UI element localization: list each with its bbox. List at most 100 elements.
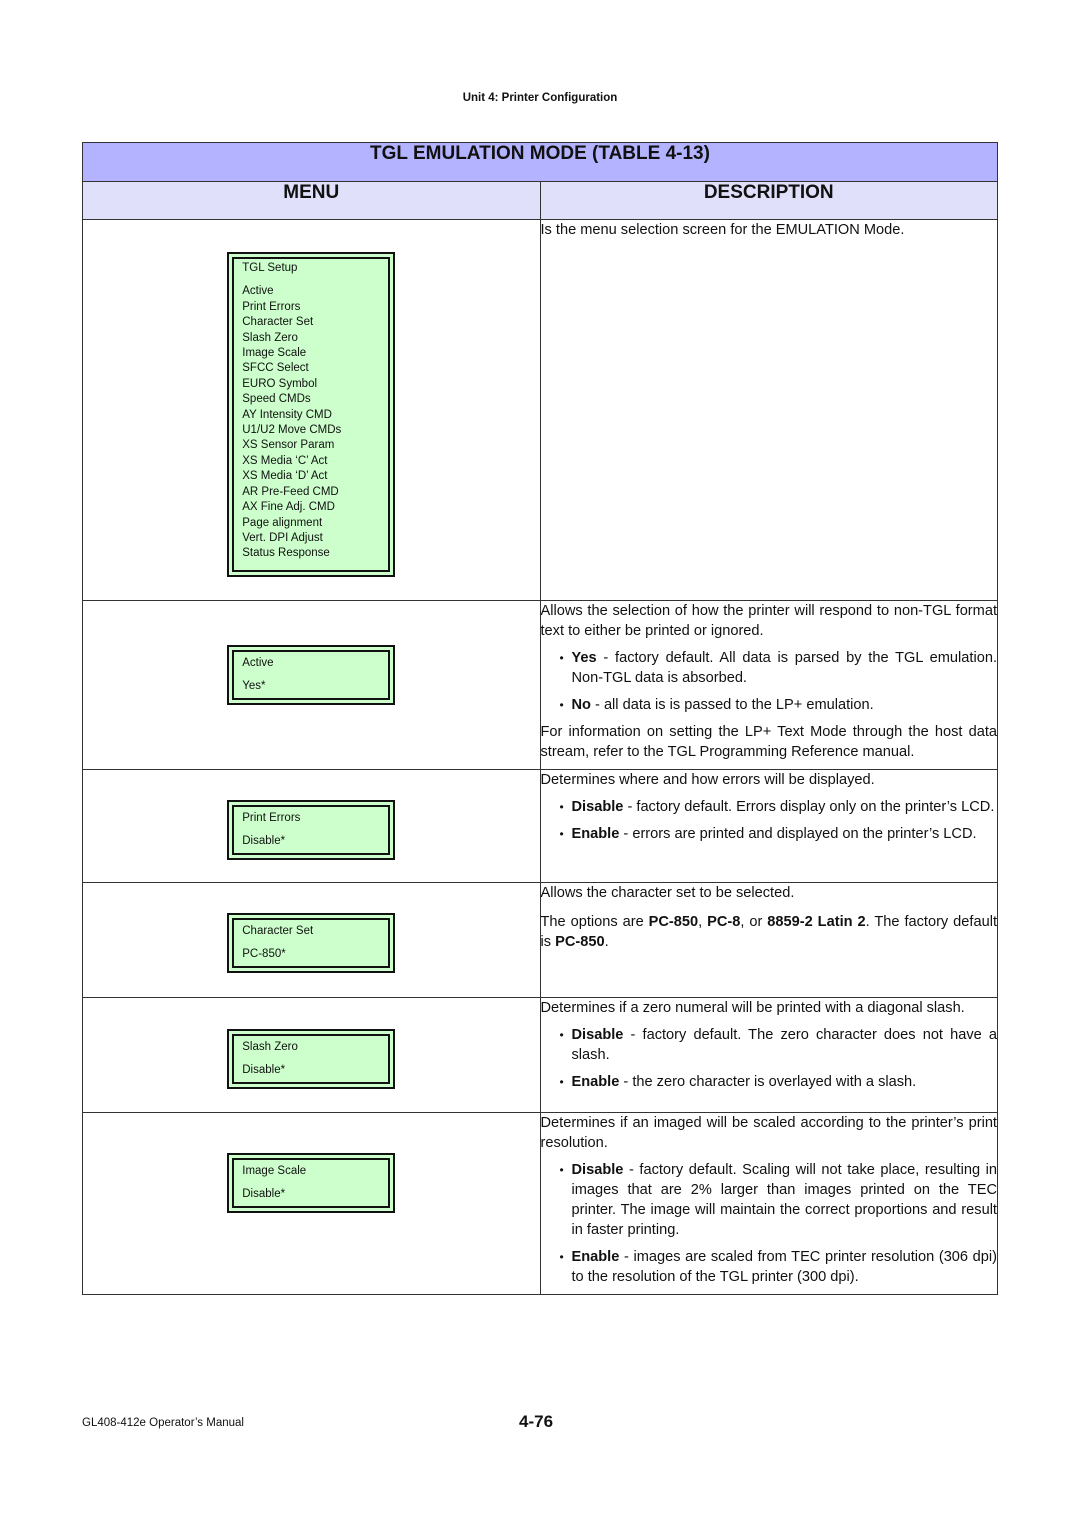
lcd-screen: Character Set PC-850* [232,918,391,968]
option-item: Disable - factory default. Scaling will … [560,1160,998,1240]
lcd-value: Yes* [242,680,266,692]
lcd-menu-item: XS Media ‘C’ Act [242,454,328,467]
lcd-title: Slash Zero [242,1041,298,1053]
option-term: Enable [571,1074,620,1090]
option-text: - factory default. Scaling will not take… [571,1162,998,1238]
menu-cell: Print Errors Disable* [82,769,541,883]
option-term: Disable [571,1162,624,1178]
lcd-menu-item: AR Pre-Feed CMD [242,485,339,498]
lcd-title: TGL Setup [242,262,298,274]
option-name: 8859-2 Latin 2 [767,914,866,930]
option-term: Enable [571,1249,620,1265]
lcd-display: TGL Setup Active Print Errors Character Se… [227,252,396,577]
lcd-menu-item: XS Media ‘D’ Act [242,470,328,483]
option-list: Disable - factory default. Errors displa… [541,797,998,844]
description-intro: Allows the selection of how the printer … [540,603,998,639]
lcd-title: Character Set [242,925,314,937]
lcd-menu-item: Slash Zero [242,331,298,344]
lcd-title: Print Errors [242,812,301,824]
options-sentence: The options are PC-850, PC-8, or 8859-2 … [541,912,998,952]
table-title: TGL EMULATION MODE (TABLE 4-13) [82,142,998,182]
option-term: Yes [571,650,597,666]
option-text: - factory default. Errors display only o… [623,799,995,815]
description-cell: Allows the selection of how the printer … [539,600,998,770]
option-term: Enable [571,826,620,842]
lcd-menu-item: Status Response [242,547,330,560]
page-number: 4-76 [519,1412,554,1431]
tgl-emulation-table: TGL EMULATION MODE (TABLE 4-13) MENU DES… [82,142,998,1295]
lcd-screen: Slash Zero Disable* [232,1034,391,1084]
lcd-display: Slash Zero Disable* [227,1029,396,1089]
running-header: Unit 4: Printer Configuration [462,92,618,104]
option-name: PC-850 [648,914,699,930]
table-row: TGL Setup Active Print Errors Character Se… [82,219,998,601]
table-row: Image Scale Disable* Determines if an im… [82,1112,998,1295]
lcd-value: Disable* [242,1064,286,1076]
option-item: Enable - images are scaled from TEC prin… [560,1247,997,1287]
description-cell: Determines if a zero numeral will be pri… [539,997,998,1113]
description-intro: Determines if a zero numeral will be pri… [540,1000,965,1016]
table-row: Character Set PC-850* Allows the charact… [82,882,998,998]
lcd-display: Active Yes* [227,645,396,705]
menu-cell: Character Set PC-850* [82,882,541,998]
lcd-menu-item: EURO Symbol [242,377,318,390]
footer-manual-title: GL408-412e Operator’s Manual [82,1417,244,1429]
lcd-title: Image Scale [242,1165,307,1177]
option-item: No - all data is is passed to the LP+ em… [560,695,998,715]
lcd-value: Disable* [242,1188,286,1200]
option-list: Disable - factory default. Scaling will … [541,1160,998,1287]
option-item: Disable - factory default. The zero char… [560,1025,998,1065]
menu-cell: Active Yes* [82,600,541,770]
text-fragment: , or [740,914,768,930]
option-list: Disable - factory default. The zero char… [541,1025,998,1092]
lcd-menu-item: AY Intensity CMD [242,408,332,421]
lcd-value: PC-850* [242,948,286,960]
option-item: Enable - the zero character is overlayed… [560,1072,998,1092]
description-text: Is the menu selection screen for the EMU… [540,222,905,238]
option-text: - errors are printed and displayed on th… [619,826,977,842]
option-text: - the zero character is overlayed with a… [619,1074,917,1090]
menu-cell: TGL Setup Active Print Errors Character Se… [82,219,541,601]
lcd-menu-item: SFCC Select [242,362,309,375]
lcd-value: Disable* [242,835,286,847]
lcd-menu-item: Speed CMDs [242,393,311,406]
lcd-screen: Print Errors Disable* [232,805,391,855]
option-item: Yes - factory default. All data is parse… [560,648,998,688]
description-cell: Determines where and how errors will be … [539,769,998,883]
option-term: Disable [571,799,624,815]
lcd-menu-item: XS Sensor Param [242,439,335,452]
option-item: Enable - errors are printed and displaye… [560,824,998,844]
lcd-menu-item: Character Set [242,316,314,329]
option-name: PC-8 [707,914,741,930]
lcd-menu-item: AX Fine Adj. CMD [242,501,335,514]
option-name: PC-850 [555,934,605,950]
menu-cell: Slash Zero Disable* [82,997,541,1113]
lcd-menu-item: Print Errors [242,300,301,313]
description-intro: Allows the character set to be selected. [540,885,795,901]
option-list: Yes - factory default. All data is parse… [541,648,998,715]
column-header-menu: MENU [82,181,541,220]
text-fragment: The options are [540,914,649,930]
text-fragment: . [604,934,609,950]
table-row: Print Errors Disable* Determines where a… [82,769,998,883]
option-term: Disable [571,1027,624,1043]
option-term: No [571,697,591,713]
option-text: - factory default. The zero character do… [571,1027,998,1063]
lcd-menu-item: U1/U2 Move CMDs [242,424,342,437]
option-text: - all data is is passed to the LP+ emula… [590,697,874,713]
lcd-menu-item: Active [242,285,274,298]
description-outro: For information on setting the LP+ Text … [540,724,998,760]
description-intro: Determines where and how errors will be … [540,772,875,788]
lcd-display: Character Set PC-850* [227,913,396,973]
text-fragment: , [698,914,708,930]
option-text: - factory default. All data is parsed by… [571,650,998,686]
lcd-display: Print Errors Disable* [227,800,396,860]
table-row: Slash Zero Disable* Determines if a zero… [82,997,998,1113]
lcd-menu-item: Vert. DPI Adjust [242,531,323,544]
lcd-menu-item: Image Scale [242,347,307,360]
table-row: Active Yes* Allows the selection of how … [82,600,998,770]
menu-cell: Image Scale Disable* [82,1112,541,1295]
option-item: Disable - factory default. Errors displa… [560,797,998,817]
lcd-display: Image Scale Disable* [227,1153,396,1213]
column-header-description: DESCRIPTION [539,181,998,220]
